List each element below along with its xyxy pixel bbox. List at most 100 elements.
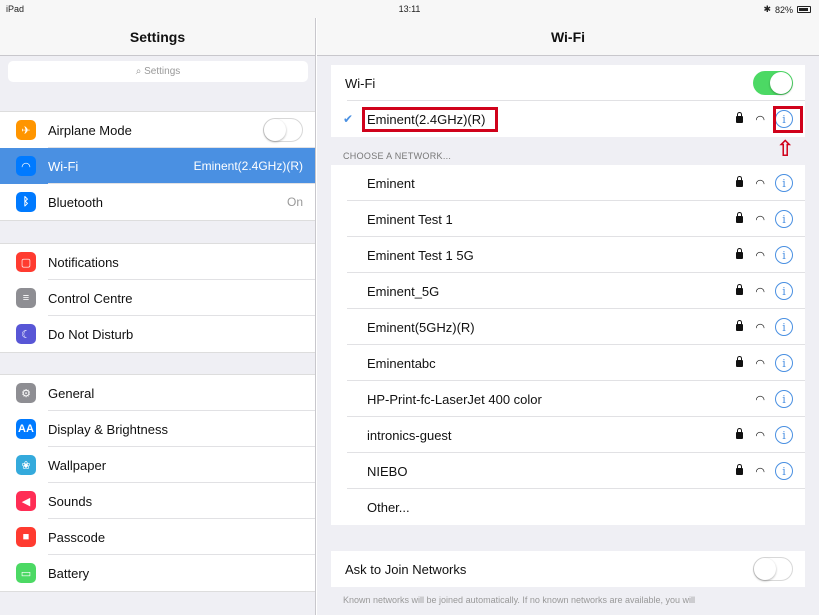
info-icon[interactable]: i [775, 462, 793, 480]
network-row[interactable]: Eminent_5G ◠ i [331, 273, 805, 309]
battery-icon [797, 6, 811, 13]
wifi-signal-icon: ◠ [755, 465, 765, 478]
network-name: NIEBO [367, 463, 408, 479]
airplane-icon: ✈ [16, 120, 36, 140]
sidebar-item-general[interactable]: ⚙ General [0, 375, 315, 411]
sidebar-item-airplane-mode[interactable]: ✈ Airplane Mode [0, 112, 315, 148]
network-name: Eminent Test 1 [367, 211, 453, 227]
wifi-signal-icon: ◠ [755, 285, 765, 298]
network-name: Eminent Test 1 5G [367, 247, 474, 263]
choose-network-header: CHOOSE A NETWORK... [343, 151, 452, 161]
highlight-box-network [362, 107, 498, 132]
ask-join-toggle[interactable] [753, 557, 793, 581]
lock-icon [736, 247, 744, 259]
sidebar-item-display-brightness[interactable]: AA Display & Brightness [0, 411, 315, 447]
settings-search-input[interactable]: ⌕ Settings [8, 61, 308, 82]
airplane-mode-toggle[interactable] [263, 118, 303, 142]
wifi-toggle-row: Wi-Fi [331, 65, 805, 101]
sidebar-item-label: General [48, 385, 95, 401]
status-bar: iPad 13:11 ✱ 82% [0, 0, 819, 18]
info-icon[interactable]: i [775, 354, 793, 372]
sidebar-item-label: Do Not Disturb [48, 326, 134, 342]
network-row[interactable]: NIEBO ◠ i [331, 453, 805, 489]
lock-icon [736, 211, 744, 223]
bluetooth-icon: ᛒ [16, 192, 36, 212]
sounds-icon: ◀ [16, 491, 36, 511]
sidebar-item-passcode[interactable]: ■ Passcode [0, 519, 315, 555]
lock-icon [736, 463, 744, 475]
wifi-toggle[interactable] [753, 71, 793, 95]
network-name: Eminentabc [367, 355, 436, 371]
wifi-detail-pane: Wi-Fi Wi-Fi ✔ Eminent(2.4GHz)(R) ◠ i ⇧ C… [317, 18, 819, 615]
ask-join-card: Ask to Join Networks [331, 551, 805, 587]
bluetooth-status-icon: ✱ [763, 4, 771, 14]
sidebar-item-label: Wallpaper [48, 457, 107, 473]
ask-join-label: Ask to Join Networks [345, 561, 467, 577]
network-name: Eminent(5GHz)(R) [367, 319, 475, 335]
info-icon[interactable]: i [775, 390, 793, 408]
wifi-signal-icon: ◠ [755, 213, 765, 226]
wifi-label: Wi-Fi [345, 75, 376, 91]
wifi-icon: ◠ [16, 156, 36, 176]
lock-icon [736, 319, 744, 331]
network-row[interactable]: Eminent ◠ i [331, 165, 805, 201]
detail-title: Wi-Fi [317, 18, 819, 56]
notifications-icon: ▢ [16, 252, 36, 272]
info-icon[interactable]: i [775, 246, 793, 264]
network-name: Eminent [367, 175, 415, 191]
wifi-signal-icon: ◠ [755, 429, 765, 442]
sidebar-item-label: Passcode [48, 529, 106, 545]
sidebar-item-sounds[interactable]: ◀ Sounds [0, 483, 315, 519]
up-arrow-icon: ⇧ [776, 136, 795, 161]
wifi-signal-icon: ◠ [755, 393, 765, 406]
sidebar-item-do-not-disturb[interactable]: ☾ Do Not Disturb [0, 316, 315, 352]
wifi-signal-icon: ◠ [755, 177, 765, 190]
network-name: HP-Print-fc-LaserJet 400 color [367, 391, 542, 407]
info-icon[interactable]: i [775, 318, 793, 336]
lock-icon: ■ [16, 527, 36, 547]
sidebar-item-bluetooth[interactable]: ᛒ Bluetooth On [0, 184, 315, 220]
network-row[interactable]: Eminentabc ◠ i [331, 345, 805, 381]
sidebar-group-general: ⚙ General AA Display & Brightness ❀ Wallpaper… [0, 374, 315, 592]
info-icon[interactable]: i [775, 426, 793, 444]
sidebar-item-wi-fi[interactable]: ◠ Wi-Fi Eminent(2.4GHz)(R) [0, 148, 315, 184]
lock-icon [736, 283, 744, 295]
sidebar-title: Settings [0, 18, 315, 56]
settings-sidebar: Settings ⌕ Settings ✈ Airplane Mode ◠ Wi-Fi… [0, 18, 316, 615]
sidebar-item-label: Airplane Mode [48, 122, 132, 138]
wallpaper-icon: ❀ [16, 455, 36, 475]
info-icon[interactable]: i [775, 174, 793, 192]
sidebar-item-label: Display & Brightness [48, 421, 168, 437]
sidebar-item-control-centre[interactable]: ≡ Control Centre [0, 280, 315, 316]
sidebar-group-notifications: ▢ Notifications ≡ Control Centre ☾ Do Not Dis… [0, 243, 315, 353]
ask-join-footer: Known networks will be joined automatica… [343, 595, 696, 605]
sidebar-item-label: Control Centre [48, 290, 133, 306]
clock: 13:11 [398, 4, 421, 14]
lock-icon [736, 355, 744, 367]
network-row[interactable]: Eminent(5GHz)(R) ◠ i [331, 309, 805, 345]
network-row[interactable]: HP-Print-fc-LaserJet 400 color ◠ i [331, 381, 805, 417]
other-network-label: Other... [367, 499, 410, 515]
wifi-signal-icon: ◠ [755, 249, 765, 262]
battery-percent: 82% [774, 4, 793, 15]
network-name: Eminent_5G [367, 283, 440, 299]
sidebar-group-connectivity: ✈ Airplane Mode ◠ Wi-Fi Eminent(2.4GHz)(R) ᛒ B… [0, 111, 315, 221]
sidebar-item-label: Notifications [48, 254, 119, 270]
info-icon[interactable]: i [775, 210, 793, 228]
other-network-row[interactable]: Other... [331, 489, 805, 525]
checkmark-icon: ✔ [343, 112, 354, 126]
sidebar-item-wallpaper[interactable]: ❀ Wallpaper [0, 447, 315, 483]
info-icon[interactable]: i [775, 282, 793, 300]
network-row[interactable]: Eminent Test 1 5G ◠ i [331, 237, 805, 273]
battery-status: ✱ 82% [763, 4, 811, 15]
sidebar-item-battery[interactable]: ▭ Battery [0, 555, 315, 591]
sidebar-item-notifications[interactable]: ▢ Notifications [0, 244, 315, 280]
search-icon: ⌕ [135, 66, 145, 77]
network-row[interactable]: intronics-guest ◠ i [331, 417, 805, 453]
sidebar-item-label: Sounds [48, 493, 93, 509]
wifi-signal-icon: ◠ [755, 321, 765, 334]
moon-icon: ☾ [16, 324, 36, 344]
sidebar-item-label: Bluetooth [48, 194, 103, 210]
ask-join-row: Ask to Join Networks [331, 551, 805, 587]
network-row[interactable]: Eminent Test 1 ◠ i [331, 201, 805, 237]
